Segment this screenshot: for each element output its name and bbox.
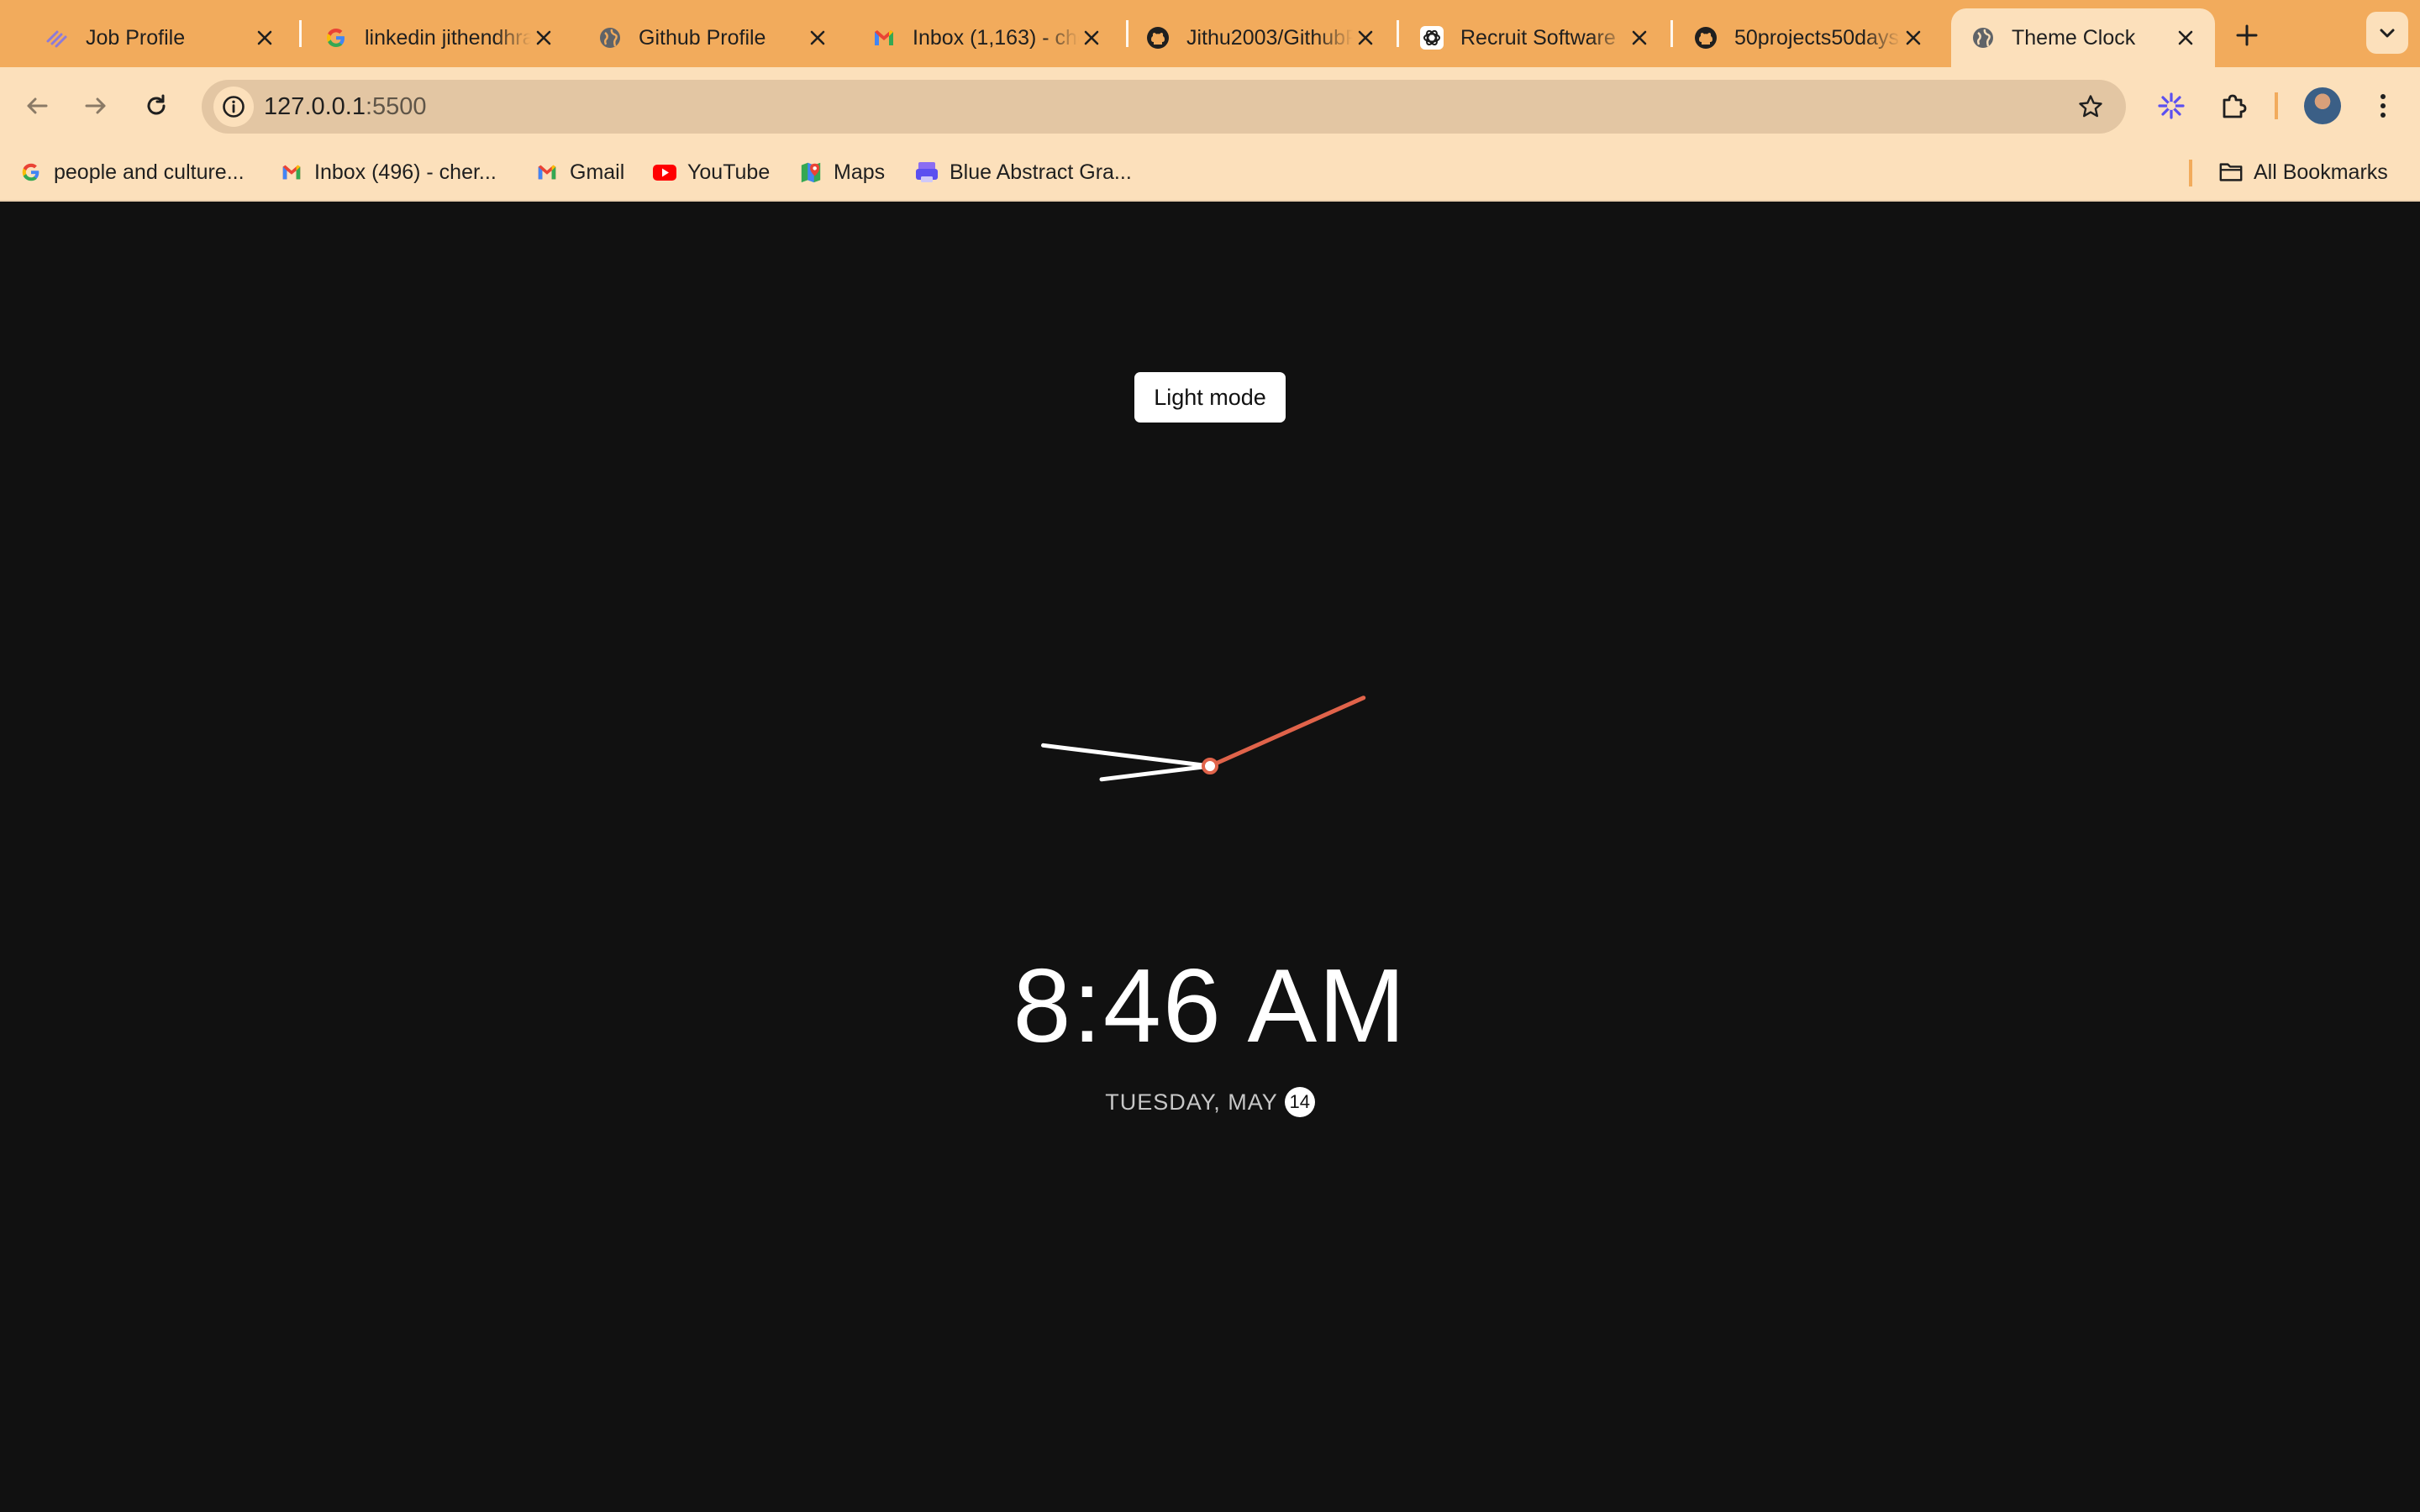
url-host: 127.0.0.1: [264, 93, 366, 120]
chevron-down-icon: [2380, 29, 2395, 38]
gmail-icon: [279, 160, 304, 185]
bookmark-label: Maps: [834, 160, 886, 184]
youtube-icon: [652, 160, 677, 185]
tab-github-repo[interactable]: Jithu2003/GithubProfile: [1126, 8, 1395, 67]
close-icon[interactable]: [1353, 25, 1378, 50]
tab-title: Github Profile: [639, 25, 766, 50]
address-bar[interactable]: 127.0.0.1:5500: [202, 80, 2126, 134]
bookmark-people-and-culture[interactable]: people and culture...: [18, 144, 245, 200]
gmail-icon: [534, 160, 560, 185]
canva-icon: [914, 160, 939, 185]
tab-title: 50projects50days: [1734, 25, 1899, 50]
github-icon: [1144, 24, 1171, 51]
tab-50projects[interactable]: 50projects50days: [1674, 8, 1943, 67]
site-info-button[interactable]: [213, 87, 254, 127]
close-icon[interactable]: [805, 25, 830, 50]
reload-icon: [147, 94, 166, 115]
arrow-left-icon: [27, 97, 48, 114]
gmail-icon: [871, 24, 897, 51]
globe-icon: [597, 24, 623, 51]
toolbar: 127.0.0.1:5500: [0, 67, 2420, 144]
bookmark-label: Gmail: [570, 160, 625, 184]
toolbar-divider: [2275, 92, 2278, 119]
tab-title: Inbox (1,163) - cher: [913, 25, 1079, 50]
bookmark-label: YouTube: [687, 160, 771, 184]
analog-clock: [1041, 696, 1366, 782]
bookmark-gmail[interactable]: Gmail: [534, 144, 624, 200]
bookmark-blue-abstract[interactable]: Blue Abstract Gra...: [914, 144, 1132, 200]
bookmark-label: Blue Abstract Gra...: [950, 160, 1132, 184]
back-button[interactable]: [17, 86, 57, 126]
google-g-icon: [323, 24, 350, 51]
profile-avatar[interactable]: [2304, 87, 2341, 124]
bookmarks-divider: [2189, 160, 2192, 186]
star-icon: [2079, 95, 2102, 118]
all-bookmarks-label: All Bookmarks: [2254, 160, 2388, 184]
maps-icon: [798, 160, 823, 185]
bookmark-star-button[interactable]: [2070, 87, 2111, 127]
tab-title: Theme Clock: [2012, 25, 2136, 50]
google-g-icon: [18, 160, 44, 185]
clock-center-dot: [1202, 758, 1218, 774]
tab-theme-clock[interactable]: Theme Clock: [1951, 8, 2215, 67]
browser-window: Job Profile linkedin jithendhra Github P…: [0, 0, 2420, 1512]
minute-hand: [1041, 743, 1213, 769]
tab-search-button[interactable]: [2366, 12, 2408, 54]
plus-icon: [2236, 24, 2258, 46]
all-bookmarks-button[interactable]: All Bookmarks: [2218, 144, 2388, 200]
bookmark-label: people and culture...: [54, 160, 245, 184]
tab-title: Job Profile: [86, 25, 186, 50]
layered-stripes-icon: [44, 24, 71, 51]
tab-recruit-software[interactable]: Recruit Software: [1400, 8, 1669, 67]
close-icon[interactable]: [1079, 25, 1104, 50]
puzzle-icon: [2223, 94, 2247, 118]
sparkle-extension-icon: [2158, 92, 2185, 119]
tab-github-profile[interactable]: Github Profile: [578, 8, 847, 67]
new-tab-button[interactable]: [2228, 17, 2265, 54]
tab-separator: [1397, 20, 1399, 47]
close-icon[interactable]: [252, 25, 277, 50]
openai-icon: [1418, 24, 1445, 51]
date-text: TUESDAY, MAY: [1105, 1089, 1278, 1115]
tab-title: Jithu2003/GithubProfile: [1186, 25, 1353, 50]
info-icon: [223, 96, 245, 118]
url-text[interactable]: 127.0.0.1:5500: [264, 80, 427, 134]
url-port: :5500: [365, 93, 427, 120]
tab-gmail-inbox[interactable]: Inbox (1,163) - cher: [852, 8, 1121, 67]
bookmark-maps[interactable]: Maps: [798, 144, 885, 200]
extension-button[interactable]: [2151, 86, 2191, 126]
browser-menu-button[interactable]: [2363, 86, 2403, 126]
reload-button[interactable]: [136, 86, 176, 126]
bookmark-label: Inbox (496) - cher...: [314, 160, 497, 184]
extensions-menu-button[interactable]: [2213, 86, 2254, 126]
digital-time: 8:46 AM: [1013, 948, 1407, 1064]
day-number-badge: 14: [1284, 1087, 1315, 1117]
tab-title: linkedin jithendhra: [365, 25, 531, 50]
close-icon[interactable]: [531, 25, 556, 50]
tab-strip: Job Profile linkedin jithendhra Github P…: [0, 0, 2420, 67]
bookmark-inbox[interactable]: Inbox (496) - cher...: [279, 144, 497, 200]
tab-linkedin-search[interactable]: linkedin jithendhra: [304, 8, 573, 67]
github-icon: [1692, 24, 1719, 51]
date-line: TUESDAY, MAY 14: [0, 1087, 2420, 1117]
close-icon[interactable]: [1901, 25, 1926, 50]
tab-separator: [299, 20, 302, 47]
arrow-right-icon: [85, 97, 106, 114]
tab-title: Recruit Software: [1460, 25, 1616, 50]
hour-hand: [1099, 764, 1213, 782]
close-icon[interactable]: [1627, 25, 1652, 50]
page-content: Light mode 8:46 AM TUESDAY, MAY 14: [0, 202, 2420, 1512]
bookmark-youtube[interactable]: YouTube: [652, 144, 770, 200]
tab-job-profile[interactable]: Job Profile: [25, 8, 294, 67]
tab-separator: [1670, 20, 1673, 47]
kebab-menu-icon: [2381, 94, 2386, 118]
forward-button[interactable]: [76, 86, 116, 126]
globe-icon: [1970, 24, 1996, 51]
bookmarks-bar: people and culture... Inbox (496) - cher…: [0, 144, 2420, 202]
close-icon[interactable]: [2173, 25, 2198, 50]
folder-icon: [2218, 160, 2244, 185]
second-hand: [1207, 696, 1366, 769]
